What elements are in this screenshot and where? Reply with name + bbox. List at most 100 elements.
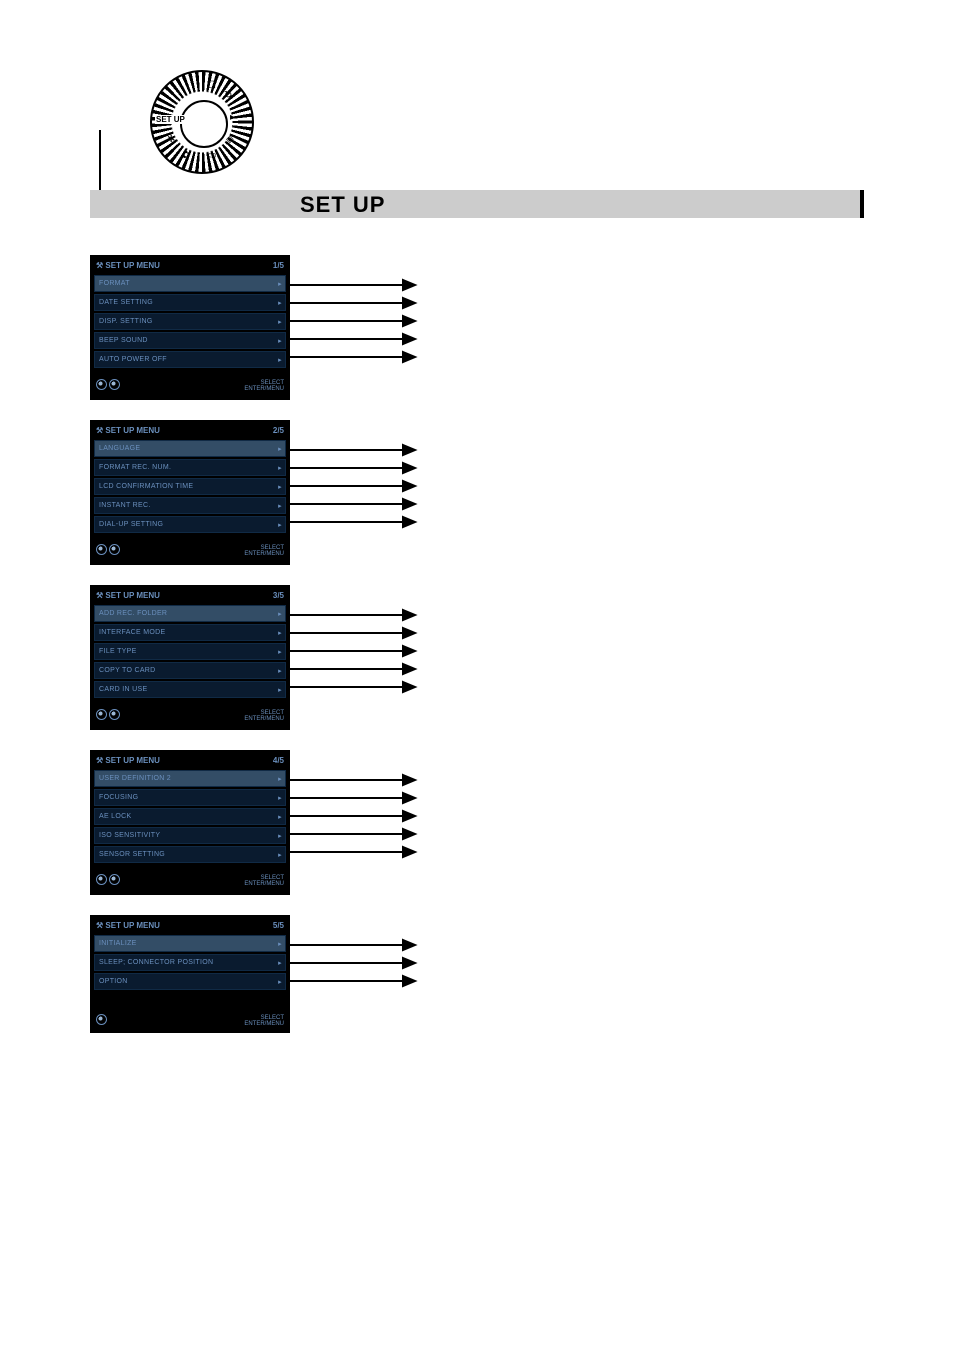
menu-item[interactable]: DATE SETTING▸ [94, 294, 286, 311]
menu-item[interactable]: SLEEP; CONNECTOR POSITION▸ [94, 954, 286, 971]
menu-item[interactable]: AUTO POWER OFF▸ [94, 351, 286, 368]
panel-header-title: ⚒ SET UP MENU [96, 921, 160, 930]
mode-dial-label: SET UP [155, 115, 186, 124]
dpad-icon [96, 379, 107, 390]
dpad-icon [109, 709, 120, 720]
chevron-right-icon: ▸ [278, 648, 282, 656]
footer-caption: SELECTENTER/MENU [244, 380, 284, 392]
panel-header: ⚒ SET UP MENU 5/5 [90, 921, 290, 934]
chevron-right-icon: ▸ [278, 978, 282, 986]
panel-page-number: 2/5 [273, 426, 284, 435]
chevron-right-icon: ▸ [278, 832, 282, 840]
panel-header-title: ⚒ SET UP MENU [96, 261, 160, 270]
chevron-right-icon: ▸ [278, 445, 282, 453]
menu-item[interactable]: DIAL-UP SETTING▸ [94, 516, 286, 533]
panel-header-title: ⚒ SET UP MENU [96, 756, 160, 765]
panel-header-title: ⚒ SET UP MENU [96, 591, 160, 600]
panel-page-number: 1/5 [273, 261, 284, 270]
menu-item[interactable]: FOCUSING▸ [94, 789, 286, 806]
chevron-right-icon: ▸ [278, 813, 282, 821]
chevron-right-icon: ▸ [278, 667, 282, 675]
dpad-icon [96, 874, 107, 885]
section-header-bar: SET UP [90, 190, 864, 218]
chevron-right-icon: ▸ [278, 775, 282, 783]
menu-panel-3: ⚒ SET UP MENU 3/5 ADD REC. FOLDER▸ INTER… [90, 585, 290, 730]
menu-item[interactable]: SENSOR SETTING▸ [94, 846, 286, 863]
chevron-right-icon: ▸ [278, 318, 282, 326]
footer-caption: SELECTENTER/MENU [244, 545, 284, 557]
menu-item[interactable]: DISP. SETTING▸ [94, 313, 286, 330]
panel-rows: FORMAT▸ DATE SETTING▸ DISP. SETTING▸ BEE… [90, 274, 290, 369]
chevron-right-icon: ▸ [278, 851, 282, 859]
panel-page-number: 4/5 [273, 756, 284, 765]
menu-panel-1: ⚒ SET UP MENU 1/5 FORMAT▸ DATE SETTING▸ … [90, 255, 290, 400]
menu-panel-4: ⚒ SET UP MENU 4/5 USER DEFINITION 2▸ FOC… [90, 750, 290, 895]
chevron-right-icon: ▸ [278, 794, 282, 802]
menu-panels-column: ⚒ SET UP MENU 1/5 FORMAT▸ DATE SETTING▸ … [90, 255, 350, 1053]
nav-knob-hint [96, 1014, 109, 1027]
menu-item[interactable]: LANGUAGE▸ [94, 440, 286, 457]
play-icon: ▸ [230, 112, 235, 123]
menu-item[interactable]: COPY TO CARD▸ [94, 662, 286, 679]
menu-item[interactable]: ISO SENSITIVITY▸ [94, 827, 286, 844]
chevron-right-icon: ▸ [278, 337, 282, 345]
panel-rows: LANGUAGE▸ FORMAT REC. NUM.▸ LCD CONFIRMA… [90, 439, 290, 534]
menu-item[interactable]: OPTION▸ [94, 973, 286, 990]
graph-icon: ☐ [207, 80, 216, 91]
panel-footer: SELECTENTER/MENU [90, 369, 290, 392]
panel-rows: ADD REC. FOLDER▸ INTERFACE MODE▸ FILE TY… [90, 604, 290, 699]
nav-knob-hint [96, 379, 122, 392]
dpad-icon [96, 709, 107, 720]
panel-footer: SELECTENTER/MENU [90, 1004, 290, 1027]
menu-item[interactable]: ADD REC. FOLDER▸ [94, 605, 286, 622]
wrench-icon: ⚒ [96, 756, 103, 765]
menu-item[interactable]: USER DEFINITION 2▸ [94, 770, 286, 787]
mode-dial-center [180, 100, 228, 148]
panel-footer: SELECTENTER/MENU [90, 864, 290, 887]
chevron-right-icon: ▸ [278, 483, 282, 491]
menu-item[interactable]: INSTANT REC.▸ [94, 497, 286, 514]
panel-page-number: 5/5 [273, 921, 284, 930]
menu-item[interactable]: FORMAT REC. NUM.▸ [94, 459, 286, 476]
wrench-icon: ⚒ [96, 426, 103, 435]
dpad-icon [96, 1014, 107, 1025]
footer-caption: SELECTENTER/MENU [244, 1015, 284, 1027]
chevron-right-icon: ▸ [278, 299, 282, 307]
transfer-icon: ↻ [224, 90, 232, 101]
menu-panel-2: ⚒ SET UP MENU 2/5 LANGUAGE▸ FORMAT REC. … [90, 420, 290, 565]
wrench-icon: ⚒ [96, 921, 103, 930]
camera-icon: ▭ [207, 150, 216, 161]
chevron-right-icon: ▸ [278, 940, 282, 948]
nav-knob-hint [96, 874, 122, 887]
panel-header: ⚒ SET UP MENU 1/5 [90, 261, 290, 274]
panel-footer: SELECTENTER/MENU [90, 699, 290, 722]
connector-lines [290, 935, 425, 995]
panel-rows: USER DEFINITION 2▸ FOCUSING▸ AE LOCK▸ IS… [90, 769, 290, 864]
menu-item[interactable]: AE LOCK▸ [94, 808, 286, 825]
dpad-icon [109, 379, 120, 390]
connector-lines [290, 440, 425, 540]
chevron-right-icon: ▸ [278, 464, 282, 472]
menu-item[interactable]: INTERFACE MODE▸ [94, 624, 286, 641]
macro-icon: ✿ [182, 150, 190, 161]
connector-lines [290, 605, 425, 705]
dpad-icon [96, 544, 107, 555]
panel-header: ⚒ SET UP MENU 4/5 [90, 756, 290, 769]
menu-item[interactable]: LCD CONFIRMATION TIME▸ [94, 478, 286, 495]
panel-header: ⚒ SET UP MENU 2/5 [90, 426, 290, 439]
panel-footer: SELECTENTER/MENU [90, 534, 290, 557]
menu-item[interactable]: FILE TYPE▸ [94, 643, 286, 660]
menu-item[interactable]: FORMAT▸ [94, 275, 286, 292]
connector-lines [290, 275, 425, 375]
footer-caption: SELECTENTER/MENU [244, 875, 284, 887]
chevron-right-icon: ▸ [278, 686, 282, 694]
chevron-right-icon: ▸ [278, 629, 282, 637]
chevron-right-icon: ▸ [278, 521, 282, 529]
menu-item[interactable]: BEEP SOUND▸ [94, 332, 286, 349]
menu-item[interactable]: INITIALIZE▸ [94, 935, 286, 952]
menu-item[interactable]: CARD IN USE▸ [94, 681, 286, 698]
chevron-right-icon: ▸ [278, 280, 282, 288]
panel-rows: INITIALIZE▸ SLEEP; CONNECTOR POSITION▸ O… [90, 934, 290, 991]
page-title: SET UP [300, 192, 385, 218]
page: SET UP ▸ ◈ ▭ ✿ ✲ ☐ ↻ SET UP ⚒ SET UP MEN… [0, 0, 954, 1352]
